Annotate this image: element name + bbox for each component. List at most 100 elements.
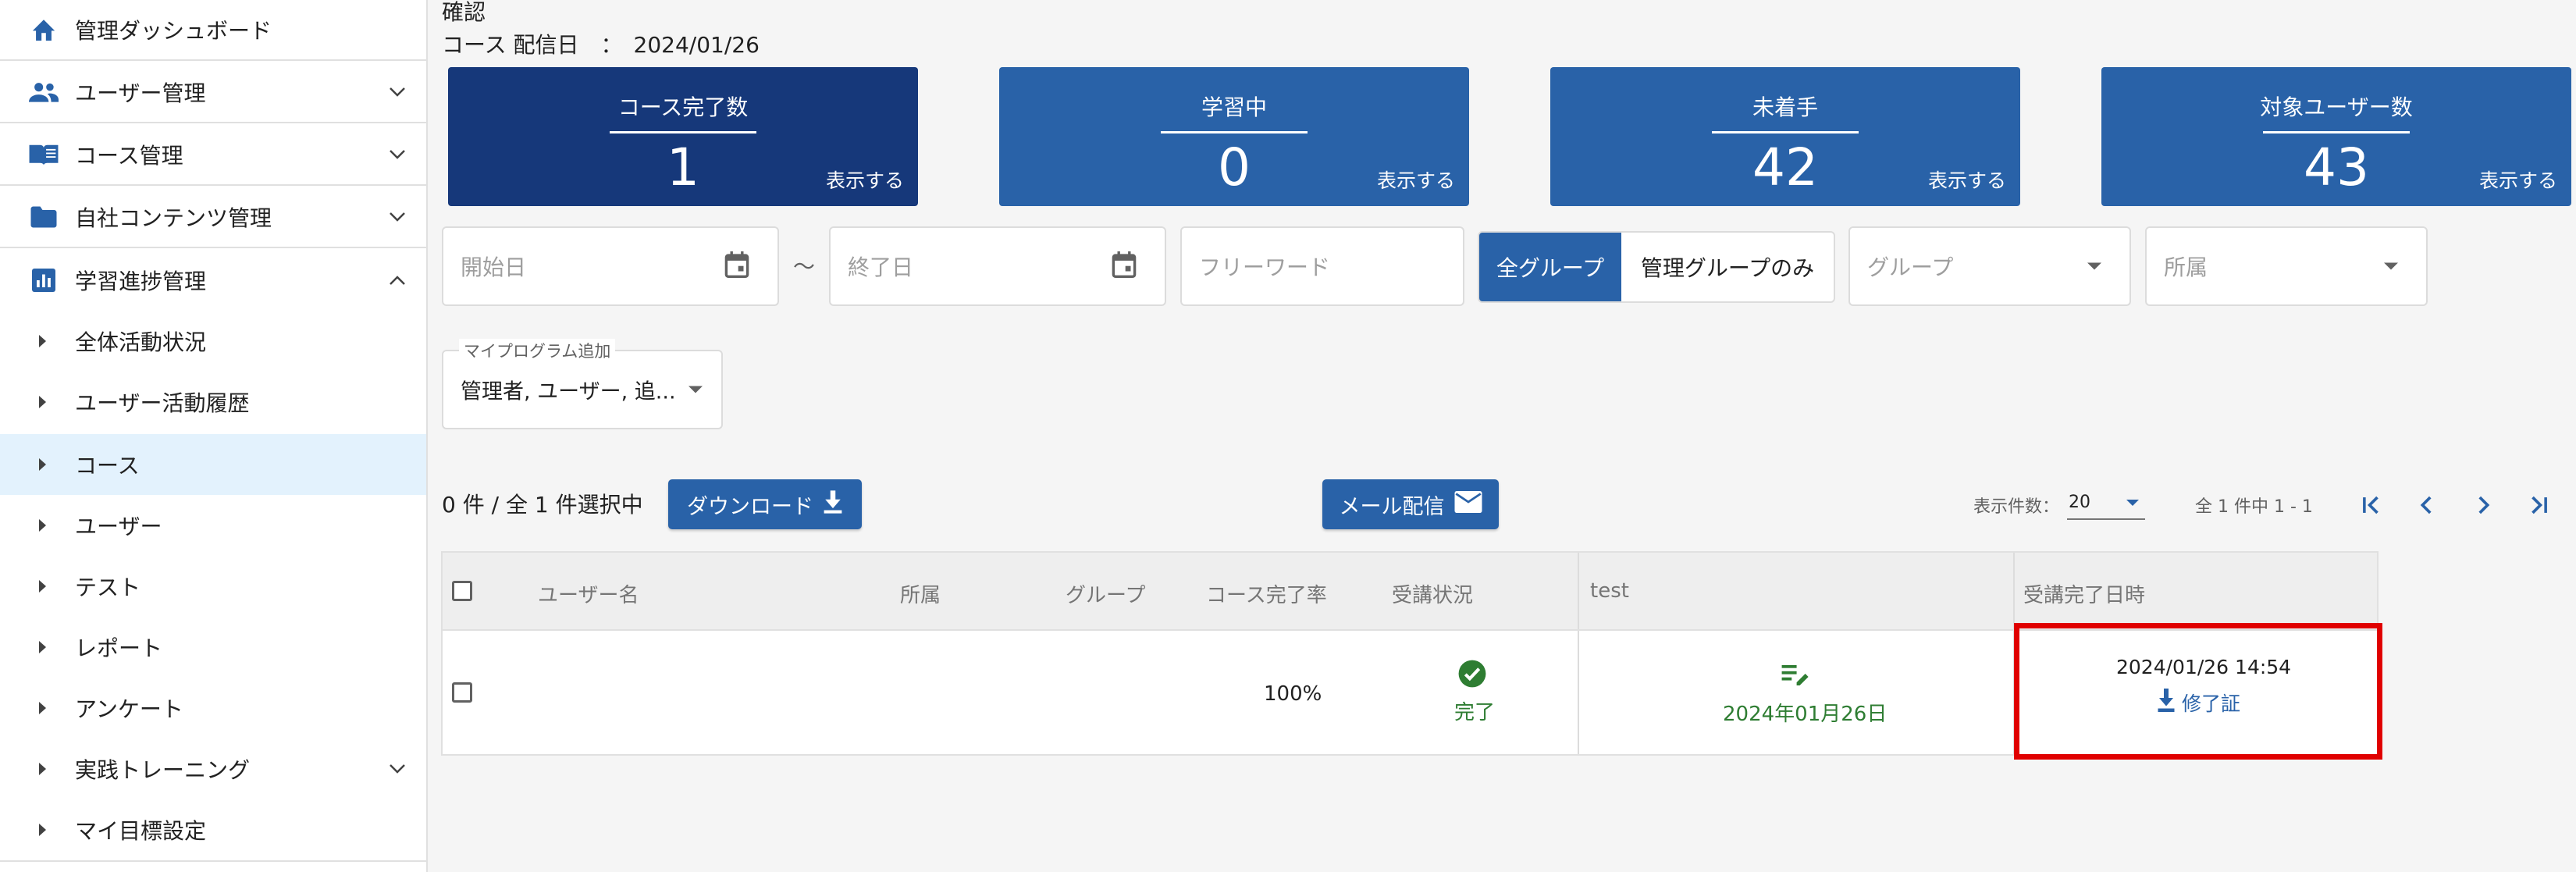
- column-header-completion-rate[interactable]: コース完了率: [1206, 579, 1327, 608]
- sidebar-sub-item-my-goal[interactable]: マイ目標設定: [0, 799, 426, 860]
- stat-card-completed: コース完了数 1 表示する: [448, 67, 918, 206]
- first-page-icon[interactable]: [2357, 492, 2384, 521]
- dropdown-arrow-icon: [2384, 262, 2398, 270]
- stat-show-link[interactable]: 表示する: [2479, 166, 2557, 194]
- dropdown-arrow-icon: [2126, 500, 2139, 506]
- sidebar-sub-item-overall[interactable]: 全体活動状況: [0, 311, 426, 372]
- sidebar-sub-item-label: 全体活動状況: [75, 329, 207, 355]
- sidebar-item-label: 管理ダッシュボード: [75, 18, 272, 44]
- stat-underline: [610, 131, 756, 133]
- sidebar-sub-item-label: マイ目標設定: [75, 818, 207, 844]
- caret-right-icon: [39, 641, 46, 653]
- caret-right-icon: [39, 335, 46, 347]
- sidebar-sub-item-label: アンケート: [75, 696, 183, 722]
- my-program-value: 管理者, ユーザー, 追...: [461, 379, 676, 404]
- stat-card-in-progress: 学習中 0 表示する: [999, 67, 1469, 206]
- chevron-up-icon: [386, 269, 409, 292]
- bar-chart-icon: [28, 265, 59, 296]
- my-program-select[interactable]: マイプログラム追加 管理者, ユーザー, 追...: [442, 339, 723, 429]
- end-date-placeholder: 終了日: [848, 254, 914, 280]
- toggle-managed-groups[interactable]: 管理グループのみ: [1621, 233, 1834, 301]
- sidebar-item-dashboard[interactable]: 管理ダッシュボード: [0, 0, 426, 61]
- column-header-status[interactable]: 受講状況: [1392, 579, 1473, 608]
- stat-show-link[interactable]: 表示する: [1928, 166, 2006, 194]
- start-date-placeholder: 開始日: [461, 254, 527, 280]
- chevron-down-icon: [386, 757, 409, 781]
- caret-right-icon: [39, 458, 46, 471]
- column-header-test[interactable]: test: [1590, 579, 1629, 603]
- rows-per-page-value: 20: [2069, 493, 2090, 512]
- edit-note-icon[interactable]: [1781, 660, 1810, 690]
- mail-icon: [1454, 490, 1482, 518]
- sidebar-item-label: コース管理: [75, 143, 183, 169]
- download-button-label: ダウンロード: [687, 494, 813, 519]
- sidebar-sub-item-label: 実践トレーニング: [75, 757, 251, 783]
- calendar-icon[interactable]: [1112, 251, 1137, 281]
- column-header-group[interactable]: グループ: [1066, 579, 1145, 608]
- group-placeholder: グループ: [1867, 254, 1954, 280]
- stat-show-link[interactable]: 表示する: [826, 166, 904, 194]
- freeword-input[interactable]: フリーワード: [1180, 226, 1464, 306]
- sidebar-item-user-management[interactable]: ユーザー管理: [0, 62, 426, 123]
- sidebar-item-label: ユーザー管理: [75, 80, 206, 106]
- start-date-field[interactable]: 開始日: [442, 226, 779, 306]
- caret-right-icon: [39, 580, 46, 593]
- calendar-icon[interactable]: [724, 251, 749, 281]
- date-range-separator: ～: [793, 254, 816, 279]
- chevron-down-icon: [386, 143, 409, 166]
- sidebar-sub-item-report[interactable]: レポート: [0, 617, 426, 678]
- sidebar-divider: [0, 860, 426, 862]
- cell-completion-rate: 100%: [1264, 682, 1322, 706]
- column-header-completed-at[interactable]: 受講完了日時: [2023, 579, 2145, 608]
- mail-button-label: メール配信: [1339, 494, 1445, 519]
- dropdown-arrow-icon: [688, 386, 703, 393]
- end-date-field[interactable]: 終了日: [829, 226, 1166, 306]
- sidebar-sub-item-user-history[interactable]: ユーザー活動履歴: [0, 372, 426, 432]
- caret-right-icon: [39, 702, 46, 714]
- check-circle-icon: [1457, 659, 1487, 692]
- next-page-icon[interactable]: [2470, 492, 2496, 521]
- stat-underline: [1161, 131, 1308, 133]
- toggle-all-groups[interactable]: 全グループ: [1479, 233, 1621, 301]
- sidebar-sub-item-user[interactable]: ユーザー: [0, 495, 426, 556]
- last-page-icon[interactable]: [2526, 492, 2553, 521]
- sidebar-sub-item-survey[interactable]: アンケート: [0, 678, 426, 739]
- sidebar-sub-item-test[interactable]: テスト: [0, 556, 426, 617]
- affiliation-select[interactable]: 所属: [2145, 226, 2428, 306]
- previous-page-icon[interactable]: [2414, 492, 2440, 521]
- stat-show-link[interactable]: 表示する: [1377, 166, 1455, 194]
- stat-card-not-started: 未着手 42 表示する: [1550, 67, 2020, 206]
- stat-title: コース完了数: [617, 94, 749, 120]
- freeword-placeholder: フリーワード: [1199, 254, 1331, 280]
- page-info: 全 1 件中 1 - 1: [2195, 497, 2313, 517]
- sidebar-sub-item-label: コース: [75, 453, 140, 479]
- caret-right-icon: [39, 519, 46, 532]
- group-select[interactable]: グループ: [1848, 226, 2131, 306]
- column-header-affiliation[interactable]: 所属: [900, 579, 941, 608]
- mail-delivery-button[interactable]: メール配信: [1322, 479, 1499, 529]
- stat-underline: [2263, 131, 2410, 133]
- page-title: 確認: [442, 0, 486, 25]
- cell-test-date[interactable]: 2024年01月26日: [1723, 698, 1887, 727]
- download-button[interactable]: ダウンロード: [668, 479, 862, 529]
- sidebar-sub-item-label: レポート: [75, 635, 163, 661]
- column-header-user-name[interactable]: ユーザー名: [538, 579, 639, 608]
- stat-underline: [1712, 131, 1859, 133]
- sidebar-item-learning-progress[interactable]: 学習進捗管理: [0, 250, 426, 311]
- cell-status: 完了: [1454, 701, 1496, 724]
- sidebar-sub-item-practical-training[interactable]: 実践トレーニング: [0, 739, 426, 799]
- sidebar-item-label: 自社コンテンツ管理: [75, 205, 272, 231]
- delivery-date-label: コース 配信日 ： 2024/01/26: [442, 32, 760, 58]
- select-all-checkbox[interactable]: [452, 581, 472, 601]
- rows-per-page-select[interactable]: 20: [2067, 486, 2145, 520]
- dropdown-arrow-icon: [2087, 262, 2101, 270]
- stat-title: 対象ユーザー数: [2260, 94, 2413, 120]
- chevron-down-icon: [386, 205, 409, 229]
- rows-per-page-label: 表示件数：: [1973, 497, 2060, 517]
- sidebar-item-course-management[interactable]: コース管理: [0, 125, 426, 186]
- sidebar-item-own-content[interactable]: 自社コンテンツ管理: [0, 187, 426, 248]
- caret-right-icon: [39, 824, 46, 836]
- home-icon: [28, 14, 59, 45]
- row-checkbox[interactable]: [452, 682, 472, 703]
- sidebar-sub-item-course[interactable]: コース: [0, 434, 426, 495]
